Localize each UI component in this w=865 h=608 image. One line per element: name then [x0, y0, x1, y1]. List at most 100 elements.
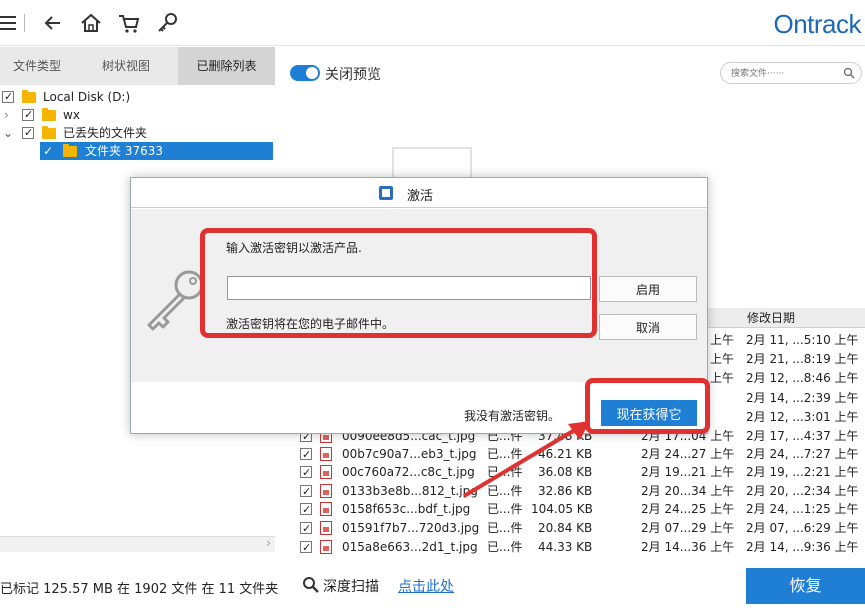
- checkbox[interactable]: [300, 500, 312, 519]
- preview-toggle-label: 关闭预览: [325, 67, 381, 83]
- folder-icon: [63, 144, 77, 157]
- tab-file-type[interactable]: 文件类型: [0, 47, 74, 85]
- deep-scan-label: 深度扫描: [323, 579, 379, 595]
- image-file-icon: [320, 465, 332, 479]
- home-icon[interactable]: [80, 12, 102, 34]
- checkbox[interactable]: [22, 124, 34, 142]
- file-type: 已...件: [487, 521, 523, 535]
- table-cell: 上午: [710, 333, 735, 347]
- modified-date: 2月 24, ...1:25 上午: [746, 502, 859, 516]
- file-name: 015a8e663...2d1_t.jpg: [342, 540, 478, 554]
- back-icon[interactable]: [42, 12, 64, 34]
- chevron-right-icon[interactable]: ›: [266, 536, 271, 550]
- tree-item-label: Local Disk (D:): [43, 90, 131, 104]
- chevron-right-icon[interactable]: ›: [4, 106, 9, 124]
- dialog-title-bar: 激活: [131, 178, 707, 208]
- image-file-icon: [320, 521, 332, 535]
- folder-icon: [22, 90, 36, 103]
- table-cell: 2月 21, ...8:19 上午: [746, 352, 859, 366]
- table-cell: 2月 12, ...3:01 上午: [746, 410, 859, 424]
- checkbox[interactable]: [300, 445, 312, 464]
- dialog-title: 激活: [407, 189, 434, 204]
- activation-icon: [379, 186, 393, 200]
- file-name: 01591f7b7...720d3.jpg: [342, 521, 480, 535]
- search-input[interactable]: [731, 66, 839, 81]
- folder-icon: [42, 108, 56, 121]
- file-date: 2月 14...36 上午: [641, 540, 735, 554]
- preview-toggle[interactable]: [290, 65, 320, 81]
- file-name: 00c760a72...c8c_t.jpg: [342, 465, 475, 479]
- annotation-arrow: [462, 421, 590, 498]
- table-cell: 2月 14, ...2:39 上午: [746, 391, 859, 405]
- check-icon[interactable]: ✓: [43, 142, 53, 160]
- table-row[interactable]: 01591f7b7...720d3.jpg 已...件 20.84 KB 2月 …: [296, 519, 865, 538]
- toolbar-divider: [24, 14, 25, 32]
- tree-item-folder-37633[interactable]: ✓ 文件夹 37633: [40, 142, 273, 160]
- tree-item-label: 文件夹 37633: [85, 144, 163, 158]
- table-cell: 2月 12, ...8:46 上午: [746, 371, 859, 385]
- ontrack-logo: Ontrack: [773, 9, 861, 39]
- modified-date: 2月 07, ...6:29 上午: [746, 521, 859, 535]
- table-row[interactable]: 0158f653c...bdf_t.jpg 已...件 104.05 KB 2月…: [296, 500, 865, 519]
- highlight-box-key-entry: [200, 228, 597, 338]
- deep-scan-link[interactable]: 点击此处: [398, 576, 454, 596]
- file-date: 2月 24...25 上午: [641, 502, 735, 516]
- table-cell: 上午: [710, 352, 735, 366]
- file-size: 104.05 KB: [531, 502, 593, 516]
- modified-date: 2月 24, ...7:27 上午: [746, 447, 859, 461]
- checkbox[interactable]: [300, 538, 312, 557]
- file-type: 已...件: [487, 540, 523, 554]
- file-name: 0133b3e8b...812_t.jpg: [342, 484, 478, 498]
- cart-icon[interactable]: [118, 12, 140, 34]
- file-date: 2月 24...27 上午: [641, 447, 735, 461]
- tree-item-local-disk[interactable]: Local Disk (D:): [0, 88, 275, 106]
- checkbox[interactable]: [22, 106, 34, 124]
- modified-date: 2月 20, ...2:34 上午: [746, 484, 859, 498]
- search-icon[interactable]: [302, 576, 320, 594]
- file-size: 20.84 KB: [538, 521, 593, 535]
- file-size: 44.33 KB: [538, 540, 593, 554]
- checkbox[interactable]: [300, 482, 312, 501]
- tree-item-wx[interactable]: › wx: [0, 106, 275, 124]
- image-file-icon: [320, 484, 332, 498]
- table-row[interactable]: 015a8e663...2d1_t.jpg 已...件 44.33 KB 2月 …: [296, 538, 865, 557]
- file-name: 00b7c90a7...eb3_t.jpg: [342, 447, 477, 461]
- file-date: 2月 07...29 上午: [641, 521, 735, 535]
- search-box[interactable]: [720, 62, 862, 84]
- view-tabs: 文件类型 树状视图 已删除列表: [0, 47, 275, 85]
- modified-date: 2月 19, ...2:21 上午: [746, 465, 859, 479]
- tab-tree-view[interactable]: 树状视图: [74, 47, 178, 85]
- key-icon[interactable]: [156, 12, 178, 34]
- checkbox[interactable]: [300, 463, 312, 482]
- folder-icon: [42, 126, 56, 139]
- image-file-icon: [320, 540, 332, 554]
- search-icon[interactable]: [843, 67, 855, 79]
- table-header: 修改日期: [707, 308, 865, 328]
- column-header-modified-date[interactable]: 修改日期: [747, 308, 795, 328]
- highlight-box-get-now: [585, 378, 710, 434]
- tab-deleted-list[interactable]: 已删除列表: [178, 47, 275, 85]
- status-text: 已标记 125.57 MB 在 1902 文件 在 11 文件夹: [0, 582, 279, 597]
- tree-item-lost-folders[interactable]: ⌄ 已丢失的文件夹: [0, 124, 275, 142]
- cancel-button[interactable]: 取消: [599, 314, 697, 340]
- file-date: 2月 19...21 上午: [641, 465, 735, 479]
- modified-date: 2月 14, ...9:36 上午: [746, 540, 859, 554]
- table-cell: 2月 11, ...5:10 上午: [746, 333, 859, 347]
- checkbox[interactable]: [2, 88, 14, 106]
- chevron-down-icon[interactable]: ⌄: [3, 124, 13, 142]
- modified-date: 2月 17, ...4:37 上午: [746, 429, 859, 443]
- recover-button[interactable]: 恢复: [746, 568, 865, 604]
- preview-placeholder-icon: [392, 147, 472, 181]
- file-type: 已...件: [487, 502, 523, 516]
- image-file-icon: [320, 502, 332, 516]
- file-date: 2月 20...34 上午: [641, 484, 735, 498]
- activate-button[interactable]: 启用: [599, 276, 697, 302]
- menu-icon[interactable]: [0, 12, 22, 34]
- tree-item-label: wx: [63, 108, 80, 122]
- image-file-icon: [320, 447, 332, 461]
- table-cell: 上午: [710, 371, 735, 385]
- checkbox[interactable]: [300, 519, 312, 538]
- tree-horizontal-scrollbar[interactable]: ›: [0, 536, 275, 552]
- top-toolbar: Ontrack: [0, 0, 865, 46]
- tree-item-label: 已丢失的文件夹: [63, 126, 148, 140]
